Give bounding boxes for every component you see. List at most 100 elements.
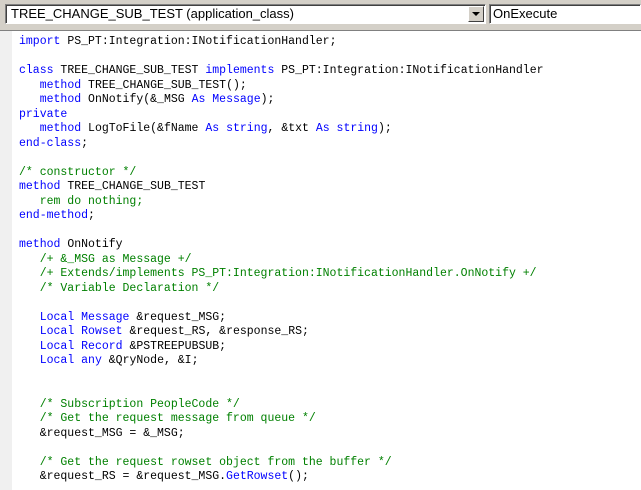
code-line[interactable] xyxy=(19,50,544,65)
code-text: (); xyxy=(288,470,309,483)
code-keyword: Local xyxy=(39,325,75,338)
code-line[interactable]: &request_RS = &request_MSG.GetRowset(); xyxy=(19,470,544,485)
code-text: OnNotify(&_MSG xyxy=(81,93,192,106)
code-keyword: Local xyxy=(39,339,75,353)
code-text: PS_PT:Integration:INotificationHandler; xyxy=(60,35,337,48)
object-selector-value: TREE_CHANGE_SUB_TEST (application_class) xyxy=(11,6,294,21)
code-line[interactable]: &request_MSG = &_MSG; xyxy=(19,427,544,442)
code-keyword: Local xyxy=(39,354,75,367)
code-line[interactable] xyxy=(19,224,544,239)
code-line[interactable]: end-class; xyxy=(19,137,544,152)
code-text: &PSTREEPUBSUB; xyxy=(122,339,227,353)
code-comment: /* Get the request message from queue */ xyxy=(19,412,316,425)
code-line[interactable]: method TREE_CHANGE_SUB_TEST(); xyxy=(19,79,544,94)
code-keyword: private xyxy=(19,107,68,121)
code-text: ); xyxy=(260,93,275,106)
code-line[interactable]: rem do nothing; xyxy=(19,195,544,210)
code-text: ; xyxy=(88,209,95,222)
code-line[interactable] xyxy=(19,296,544,311)
code-keyword: Message xyxy=(212,93,261,106)
code-line[interactable]: Local Rowset &request_RS, &response_RS; xyxy=(19,325,544,340)
code-line[interactable]: /* constructor */ xyxy=(19,166,544,181)
code-line[interactable]: /* Subscription PeopleCode */ xyxy=(19,398,544,413)
code-keyword: As xyxy=(191,93,206,106)
code-text: &request_RS, &response_RS; xyxy=(122,325,309,338)
code-line[interactable] xyxy=(19,441,544,456)
code-text: ); xyxy=(377,122,392,135)
chevron-down-icon xyxy=(472,12,480,16)
code-keyword: import xyxy=(19,35,61,48)
code-text: &QryNode, &I; xyxy=(101,354,199,367)
code-keyword: method xyxy=(39,78,82,92)
code-comment: /* Variable Declaration */ xyxy=(19,281,220,295)
code-text: TREE_CHANGE_SUB_TEST xyxy=(60,180,206,193)
code-keyword: As xyxy=(205,122,220,135)
code-line[interactable]: import PS_PT:Integration:INotificationHa… xyxy=(19,35,544,50)
code-keyword: method xyxy=(39,122,82,135)
code-line[interactable] xyxy=(19,151,544,166)
code-line[interactable]: method OnNotify(&_MSG As Message); xyxy=(19,93,544,108)
object-selector-dropdown-button[interactable] xyxy=(468,6,484,22)
code-comment: rem do nothing; xyxy=(19,194,144,208)
code-line[interactable]: /* Variable Declaration */ xyxy=(19,282,544,297)
code-text: LogToFile(&fName xyxy=(81,122,206,135)
code-line[interactable]: Local Message &request_MSG; xyxy=(19,311,544,326)
code-content[interactable]: import PS_PT:Integration:INotificationHa… xyxy=(19,35,544,485)
code-comment: /* constructor */ xyxy=(19,165,137,179)
code-line[interactable]: /+ Extends/implements PS_PT:Integration:… xyxy=(19,267,544,282)
code-line[interactable]: private xyxy=(19,108,544,123)
code-keyword: method xyxy=(19,238,61,251)
toolbar: TREE_CHANGE_SUB_TEST (application_class)… xyxy=(0,0,641,30)
code-text: ; xyxy=(81,136,89,150)
code-comment: /* Get the request rowset object from th… xyxy=(19,455,392,469)
code-text: PS_PT:Integration:INotificationHandler xyxy=(274,64,544,77)
event-selector-value: OnExecute xyxy=(493,6,558,21)
code-line[interactable]: /* Get the request message from queue */ xyxy=(19,412,544,427)
code-line[interactable]: Local Record &PSTREEPUBSUB; xyxy=(19,340,544,355)
code-line[interactable]: Local any &QryNode, &I; xyxy=(19,354,544,369)
code-keyword: end-class xyxy=(19,136,82,150)
code-text: &request_RS = &request_MSG. xyxy=(19,470,227,483)
code-keyword: Local xyxy=(39,310,75,324)
code-editor[interactable]: import PS_PT:Integration:INotificationHa… xyxy=(0,30,641,490)
code-keyword: Record xyxy=(81,339,123,353)
editor-gutter xyxy=(0,31,12,490)
code-keyword: any xyxy=(81,354,102,367)
code-line[interactable]: /+ &_MSG as Message +/ xyxy=(19,253,544,268)
code-line[interactable]: end-method; xyxy=(19,209,544,224)
code-line[interactable]: method LogToFile(&fName As string, &txt … xyxy=(19,122,544,137)
code-text: , &txt xyxy=(267,122,316,135)
code-keyword: string xyxy=(226,122,268,135)
code-line[interactable]: class TREE_CHANGE_SUB_TEST implements PS… xyxy=(19,64,544,79)
code-text: TREE_CHANGE_SUB_TEST(); xyxy=(81,78,247,92)
code-text: &request_MSG = &_MSG; xyxy=(19,426,185,440)
event-selector-dropdown[interactable]: OnExecute xyxy=(489,4,641,24)
code-comment: /+ Extends/implements PS_PT:Integration:… xyxy=(19,267,537,280)
code-keyword: GetRowset xyxy=(226,470,289,483)
code-keyword: Message xyxy=(81,310,130,324)
code-text: &request_MSG; xyxy=(129,310,227,324)
code-keyword: class xyxy=(19,64,54,77)
code-keyword: As xyxy=(315,122,330,135)
code-keyword: Rowset xyxy=(81,325,123,338)
code-line[interactable]: method OnNotify xyxy=(19,238,544,253)
object-selector-dropdown[interactable]: TREE_CHANGE_SUB_TEST (application_class) xyxy=(5,4,486,24)
code-text: TREE_CHANGE_SUB_TEST xyxy=(53,64,206,77)
code-line[interactable]: method TREE_CHANGE_SUB_TEST xyxy=(19,180,544,195)
code-comment: /+ &_MSG as Message +/ xyxy=(19,252,192,266)
code-line[interactable] xyxy=(19,383,544,398)
code-keyword: string xyxy=(336,122,378,135)
code-comment: /* Subscription PeopleCode */ xyxy=(19,397,240,411)
code-text: OnNotify xyxy=(60,238,123,251)
code-line[interactable] xyxy=(19,369,544,384)
code-line[interactable]: /* Get the request rowset object from th… xyxy=(19,456,544,471)
code-keyword: method xyxy=(19,180,61,193)
code-keyword: implements xyxy=(205,64,275,77)
code-keyword: end-method xyxy=(19,209,89,222)
